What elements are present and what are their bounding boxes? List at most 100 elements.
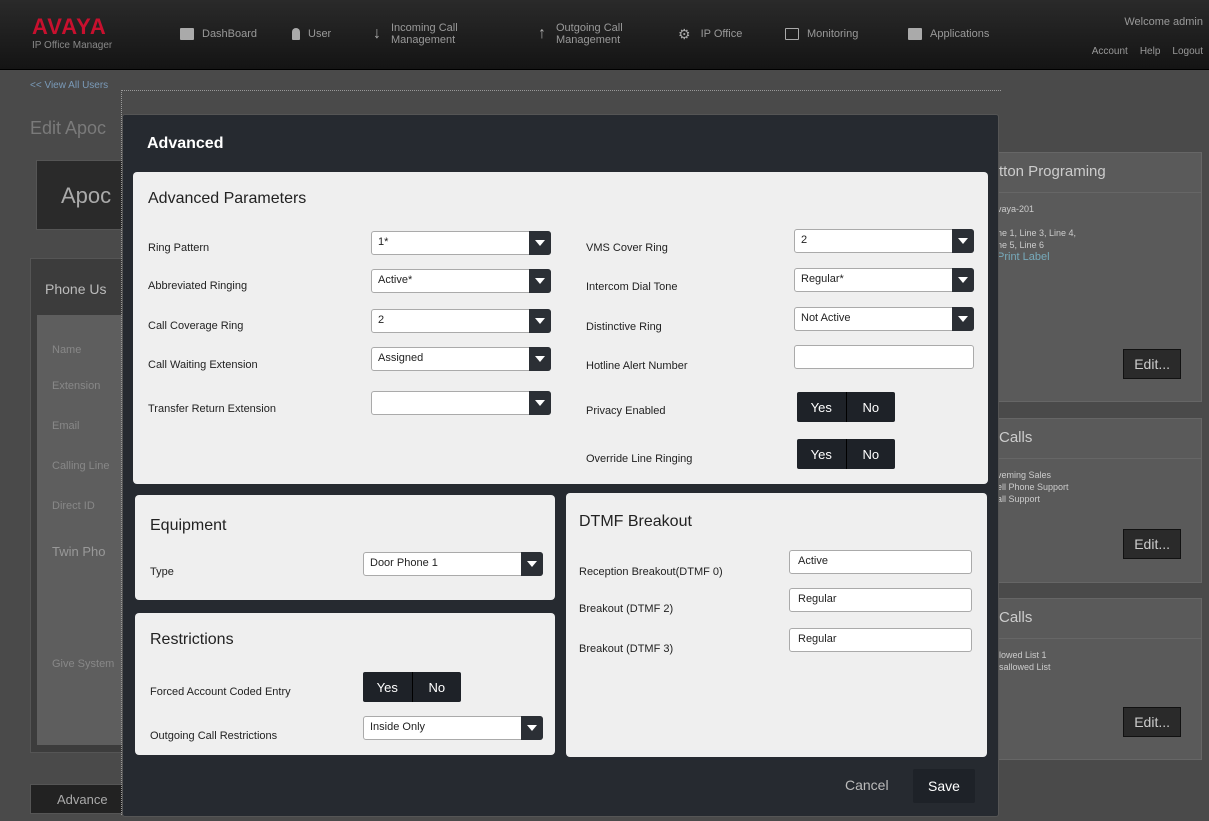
breakout-dtmf2-input[interactable]: Regular	[789, 588, 972, 612]
focus-outline	[121, 90, 1001, 92]
privacy-no-option[interactable]: No	[847, 400, 896, 415]
abbreviated-ringing-label: Abbreviated Ringing	[148, 280, 248, 292]
distinctive-ring-label: Distinctive Ring	[586, 321, 662, 333]
abbreviated-ringing-select[interactable]: Active*	[371, 269, 551, 293]
intercom-dial-tone-label: Intercom Dial Tone	[586, 281, 678, 293]
override-yes-option[interactable]: Yes	[797, 447, 846, 462]
chevron-down-icon	[529, 231, 551, 255]
incoming-calls-card: Calls veming Sales ell Phone Support all…	[990, 418, 1202, 583]
nav-applications[interactable]: Applications	[908, 12, 989, 56]
breakout-dtmf3-input[interactable]: Regular	[789, 628, 972, 652]
advanced-dialog: Advanced Advanced Parameters Ring Patter…	[122, 114, 999, 817]
logout-link[interactable]: Logout	[1172, 46, 1203, 57]
avaya-logo: AVAYA	[32, 14, 107, 39]
equipment-panel: Equipment Type Door Phone 1	[135, 495, 555, 600]
reception-breakout-label: Reception Breakout(DTMF 0)	[579, 566, 723, 578]
override-line-ringing-toggle[interactable]: Yes No	[797, 439, 895, 469]
gear-icon: ⚙	[678, 26, 691, 42]
equipment-type-select[interactable]: Door Phone 1	[363, 552, 543, 576]
welcome-text: Welcome admin	[1124, 16, 1203, 28]
privacy-enabled-label: Privacy Enabled	[586, 405, 666, 417]
nav-user[interactable]: User	[292, 12, 331, 56]
edit-incoming-calls[interactable]: Edit...	[1123, 529, 1181, 559]
chevron-down-icon	[529, 391, 551, 415]
privacy-yes-option[interactable]: Yes	[797, 400, 846, 415]
cancel-button[interactable]: Cancel	[845, 777, 889, 793]
product-name: IP Office Manager	[32, 40, 113, 51]
call-waiting-extension-label: Call Waiting Extension	[148, 359, 258, 371]
nav-incoming-call-management[interactable]: ↓ Incoming Call Management	[373, 12, 458, 56]
chevron-down-icon	[529, 309, 551, 333]
help-link[interactable]: Help	[1140, 46, 1161, 57]
chevron-down-icon	[952, 307, 974, 331]
arrow-down-icon: ↓	[373, 25, 381, 42]
ring-pattern-select[interactable]: 1*	[371, 231, 551, 255]
vms-cover-ring-label: VMS Cover Ring	[586, 242, 668, 254]
chevron-down-icon	[952, 229, 974, 253]
account-links: Account Help Logout	[1092, 46, 1203, 57]
restrictions-panel: Restrictions Forced Account Coded Entry …	[135, 613, 555, 755]
outgoing-call-restrictions-label: Outgoing Call Restrictions	[150, 730, 278, 742]
chevron-down-icon	[521, 716, 543, 740]
hotline-alert-number-input[interactable]	[794, 345, 974, 369]
breakout-dtmf3-label: Breakout (DTMF 3)	[579, 643, 674, 655]
arrow-up-icon: ↑	[538, 25, 546, 42]
advanced-parameters-heading: Advanced Parameters	[148, 190, 307, 207]
extension-label: Extension	[52, 380, 101, 392]
monitor-icon	[785, 28, 799, 40]
dashboard-icon	[180, 28, 194, 40]
call-waiting-extension-select[interactable]: Assigned	[371, 347, 551, 371]
direct-id-label: Direct ID	[52, 500, 95, 512]
chevron-down-icon	[529, 269, 551, 293]
dtmf-breakout-panel: DTMF Breakout Reception Breakout(DTMF 0)…	[566, 493, 987, 757]
button-programming-card: tton Programing vaya-201 ne 1, Line 3, L…	[990, 152, 1202, 402]
user-icon	[292, 28, 300, 40]
distinctive-ring-select[interactable]: Not Active	[794, 307, 974, 331]
top-navigation-bar: AVAYA IP Office Manager DashBoard User ↓…	[0, 0, 1209, 70]
chevron-down-icon	[952, 268, 974, 292]
equipment-type-label: Type	[150, 566, 174, 578]
page-title: Edit Apoc	[30, 118, 107, 138]
equipment-heading: Equipment	[150, 517, 227, 534]
view-all-users-link[interactable]: << View All Users	[30, 80, 108, 91]
forced-yes-option[interactable]: Yes	[363, 680, 412, 695]
nav-dashboard[interactable]: DashBoard	[180, 12, 257, 56]
restrictions-heading: Restrictions	[150, 631, 234, 648]
calling-line-label: Calling Line	[52, 460, 110, 472]
nav-monitoring[interactable]: Monitoring	[785, 12, 858, 56]
override-no-option[interactable]: No	[847, 447, 896, 462]
privacy-enabled-toggle[interactable]: Yes No	[797, 392, 895, 422]
email-label: Email	[52, 420, 80, 432]
call-coverage-ring-label: Call Coverage Ring	[148, 320, 244, 332]
edit-button-programming[interactable]: Edit...	[1123, 349, 1181, 379]
dtmf-breakout-heading: DTMF Breakout	[579, 513, 692, 530]
twin-phone-label: Twin Pho	[52, 544, 106, 559]
transfer-return-extension-select[interactable]	[371, 391, 551, 415]
account-link[interactable]: Account	[1092, 46, 1128, 57]
advanced-parameters-panel: Advanced Parameters Ring Pattern 1* Abbr…	[133, 172, 988, 484]
call-coverage-ring-select[interactable]: 2	[371, 309, 551, 333]
forced-account-code-toggle[interactable]: Yes No	[363, 672, 461, 702]
advanced-button-bg[interactable]: Advance	[30, 784, 130, 814]
chevron-down-icon	[521, 552, 543, 576]
forced-no-option[interactable]: No	[413, 680, 462, 695]
applications-icon	[908, 28, 922, 40]
nav-ip-office[interactable]: ⚙ IP Office	[678, 12, 742, 56]
transfer-return-extension-label: Transfer Return Extension	[148, 403, 276, 415]
outgoing-call-restrictions-select[interactable]: Inside Only	[363, 716, 543, 740]
ring-pattern-label: Ring Pattern	[148, 242, 210, 254]
name-label: Name	[52, 344, 82, 356]
reception-breakout-input[interactable]: Active	[789, 550, 972, 574]
outgoing-calls-card: Calls llowed List 1 isallowed List Edit.…	[990, 598, 1202, 760]
override-line-ringing-label: Override Line Ringing	[586, 453, 693, 465]
edit-outgoing-calls[interactable]: Edit...	[1123, 707, 1181, 737]
forced-account-code-label: Forced Account Coded Entry	[150, 686, 291, 698]
breakout-dtmf2-label: Breakout (DTMF 2)	[579, 603, 674, 615]
print-label-link[interactable]: Print Label	[997, 251, 1195, 263]
vms-cover-ring-select[interactable]: 2	[794, 229, 974, 253]
hotline-alert-number-label: Hotline Alert Number	[586, 360, 688, 372]
nav-outgoing-call-management[interactable]: ↑ Outgoing Call Management	[538, 12, 623, 56]
give-system-label: Give System	[52, 658, 115, 670]
intercom-dial-tone-select[interactable]: Regular*	[794, 268, 974, 292]
save-button[interactable]: Save	[913, 769, 975, 803]
